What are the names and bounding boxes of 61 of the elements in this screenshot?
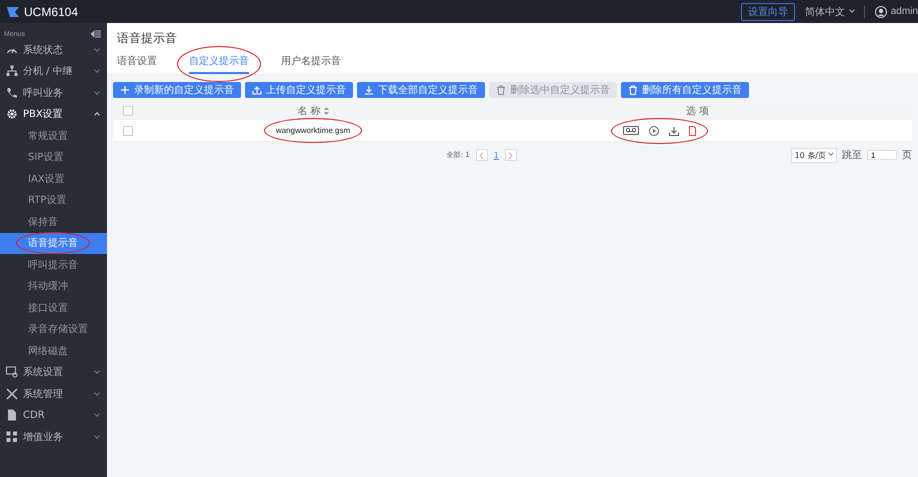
tab[interactable]: 自定义提示音 — [189, 54, 249, 74]
sidebar-item[interactable]: 系统状态 — [0, 39, 107, 60]
trash-icon — [628, 85, 638, 95]
submenu-item[interactable]: 常规设置 — [0, 125, 107, 146]
sidebar-item[interactable]: 分机 / 中继 — [0, 60, 107, 82]
logo-icon — [6, 6, 20, 18]
page-size-dropdown[interactable]: 10 条/页 — [790, 148, 837, 162]
grid-icon — [6, 430, 18, 443]
submenu-item[interactable]: RTP设置 — [0, 190, 107, 211]
sidebar-item[interactable]: 呼叫业务 — [0, 82, 107, 104]
sidebar-item[interactable]: PBX设置 — [0, 104, 107, 125]
app-title: UCM6104 — [24, 4, 78, 18]
row-checkbox[interactable] — [123, 126, 133, 136]
phone-icon — [6, 86, 18, 99]
download-icon[interactable] — [669, 126, 679, 136]
submenu-item[interactable]: 接口设置 — [0, 297, 107, 318]
network-icon — [6, 65, 18, 78]
action-button[interactable]: 上传自定义提示音 — [245, 82, 353, 98]
user-menu[interactable]: admin — [890, 6, 918, 17]
table-cell: wangwworktime.gsm — [276, 126, 350, 135]
page-link[interactable]: 1 — [494, 150, 499, 160]
submenu-item[interactable]: 录音存储设置 — [0, 318, 107, 340]
trash-icon — [496, 85, 506, 95]
monitor-icon — [6, 366, 18, 378]
tab[interactable]: 语音设置 — [117, 54, 157, 74]
avatar-icon — [874, 6, 887, 18]
upload-icon — [252, 85, 262, 95]
select-all-checkbox[interactable] — [123, 106, 133, 116]
submenu-item[interactable]: SIP设置 — [0, 146, 107, 168]
submenu-item[interactable]: 保持音 — [0, 211, 107, 232]
language-dropdown[interactable]: 简体中文 — [804, 4, 854, 18]
sidebar-item[interactable]: 增值业务 — [0, 426, 107, 448]
delete-icon[interactable] — [689, 126, 696, 136]
sort-icon — [324, 106, 329, 114]
document-icon — [6, 409, 18, 422]
jump-label: 跳至 — [842, 148, 862, 162]
column-header[interactable]: 名 称 — [297, 104, 329, 118]
submenu-item[interactable]: 呼叫提示音 — [0, 254, 107, 276]
tools-icon — [6, 388, 18, 400]
sidebar-item[interactable]: CDR — [0, 404, 107, 426]
submenu-item[interactable]: IAX设置 — [0, 168, 107, 190]
sidebar-item[interactable]: 系统设置 — [0, 362, 107, 383]
wizard-button[interactable]: 设置向导 — [740, 2, 795, 20]
page-unit: 页 — [902, 149, 912, 162]
play-icon[interactable] — [649, 126, 659, 136]
submenu-item[interactable]: 语音提示音 — [0, 232, 107, 254]
cassette-icon[interactable] — [623, 126, 639, 135]
download-icon — [364, 85, 374, 95]
column-header: 选 项 — [686, 104, 710, 118]
sidebar-item[interactable]: 系统管理 — [0, 383, 107, 404]
tab[interactable]: 用户名提示音 — [281, 54, 341, 74]
submenu-item[interactable]: 抖动缓冲 — [0, 276, 107, 297]
settings-icon — [6, 108, 18, 120]
page-title: 语音提示音 — [117, 30, 178, 47]
collapse-menu-icon — [91, 30, 101, 38]
submenu-item[interactable]: 网络磁盘 — [0, 340, 107, 362]
action-button[interactable]: 下载全部自定义提示音 — [357, 82, 485, 98]
page-input[interactable]: 1 — [867, 150, 897, 160]
plus-icon — [120, 85, 130, 95]
action-button[interactable]: 删除所有自定义提示音 — [621, 82, 749, 98]
action-button[interactable]: 录制新的自定义提示音 — [113, 82, 241, 98]
